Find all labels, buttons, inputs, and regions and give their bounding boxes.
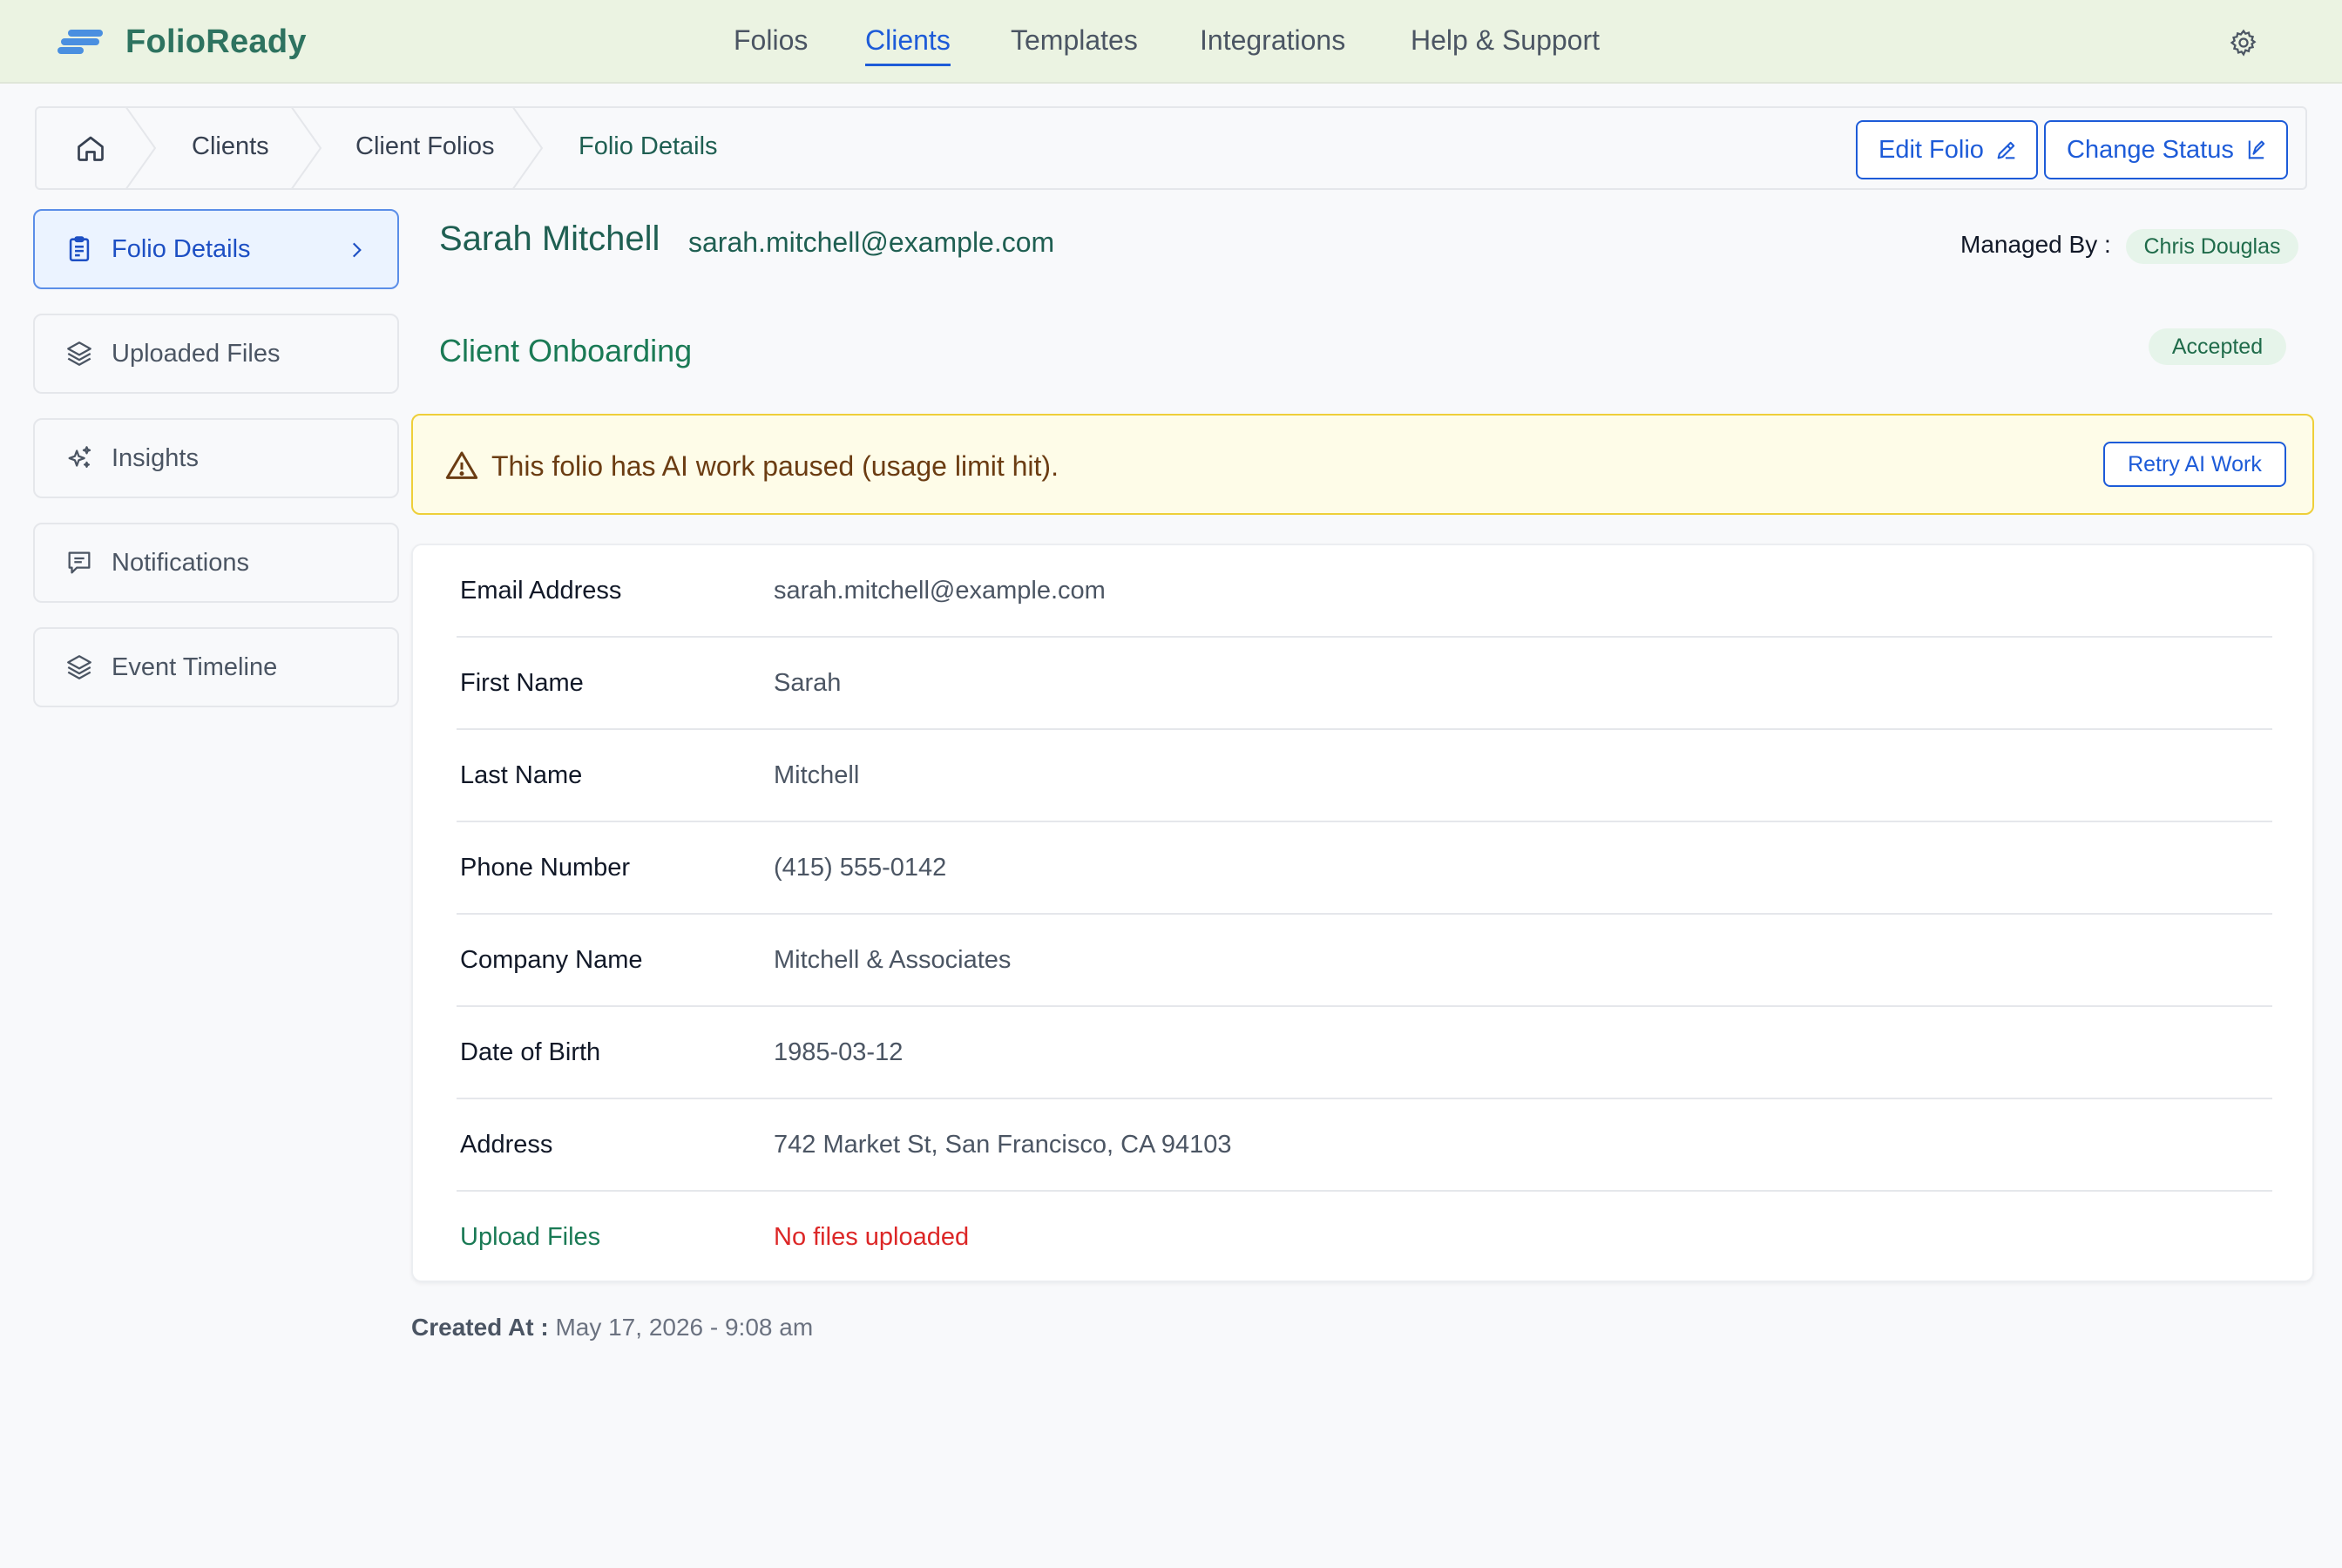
sidebar-item-uploaded-files[interactable]: Uploaded Files xyxy=(33,314,399,394)
sidebar-item-label: Folio Details xyxy=(112,234,251,263)
retry-ai-work-button[interactable]: Retry AI Work xyxy=(2103,442,2286,487)
sidebar-item-folio-details[interactable]: Folio Details xyxy=(33,209,399,289)
detail-row: Last Name Mitchell xyxy=(457,730,2272,822)
breadcrumb-clients[interactable]: Clients xyxy=(192,132,269,161)
detail-label: Company Name xyxy=(460,946,643,974)
sidebar-item-notifications[interactable]: Notifications xyxy=(33,523,399,603)
managed-by-label: Managed By : xyxy=(1960,231,2111,258)
home-icon[interactable] xyxy=(75,132,106,164)
detail-label: First Name xyxy=(460,669,584,697)
ai-paused-alert: This folio has AI work paused (usage lim… xyxy=(411,414,2314,515)
detail-label: Date of Birth xyxy=(460,1038,601,1066)
upload-files-link[interactable]: Upload Files xyxy=(460,1223,600,1252)
pencil-icon xyxy=(1997,141,2015,159)
breadcrumb: Clients Client Folios Folio Details Edit… xyxy=(35,106,2307,190)
manager-badge: Chris Douglas xyxy=(2126,229,2298,264)
detail-label: Last Name xyxy=(460,761,583,789)
logo-icon xyxy=(58,24,103,59)
breadcrumb-client-folios[interactable]: Client Folios xyxy=(355,132,495,161)
alert-message: This folio has AI work paused (usage lim… xyxy=(491,450,1059,482)
detail-value: (415) 555-0142 xyxy=(774,854,947,882)
status-badge: Accepted xyxy=(2149,328,2286,365)
edit-folio-button[interactable]: Edit Folio xyxy=(1856,120,2038,179)
section-title: Client Onboarding xyxy=(439,333,693,368)
status-edit-icon xyxy=(2248,140,2265,159)
sidebar-item-insights[interactable]: Insights xyxy=(33,418,399,498)
chevron-right-icon xyxy=(352,242,362,258)
change-status-label: Change Status xyxy=(2067,135,2234,164)
detail-row: Phone Number (415) 555-0142 xyxy=(457,822,2272,915)
layers-icon xyxy=(67,655,91,679)
sidebar-item-event-timeline[interactable]: Event Timeline xyxy=(33,627,399,707)
created-at: Created At : May 17, 2026 - 9:08 am xyxy=(411,1314,813,1342)
detail-row: First Name Sarah xyxy=(457,638,2272,730)
detail-value: 1985-03-12 xyxy=(774,1038,904,1066)
detail-label: Email Address xyxy=(460,577,622,605)
nav-integrations[interactable]: Integrations xyxy=(1200,24,1345,64)
detail-row: Upload Files No files uploaded xyxy=(457,1192,2272,1284)
sidebar-item-label: Notifications xyxy=(112,548,249,577)
created-at-label: Created At : xyxy=(411,1314,549,1341)
detail-value: 742 Market St, San Francisco, CA 94103 xyxy=(774,1131,1232,1159)
detail-value: sarah.mitchell@example.com xyxy=(774,577,1106,605)
client-email: sarah.mitchell@example.com xyxy=(688,226,1055,258)
breadcrumb-separator xyxy=(291,108,322,188)
detail-value: Sarah xyxy=(774,669,842,697)
detail-row: Company Name Mitchell & Associates xyxy=(457,915,2272,1007)
layers-icon xyxy=(67,341,91,366)
detail-label: Phone Number xyxy=(460,854,631,882)
created-at-value: May 17, 2026 - 9:08 am xyxy=(555,1314,814,1341)
breadcrumb-separator xyxy=(512,108,544,188)
detail-value: Mitchell xyxy=(774,761,860,789)
detail-row: Email Address sarah.mitchell@example.com xyxy=(457,545,2272,638)
sidebar-item-label: Insights xyxy=(112,443,199,472)
no-files-message: No files uploaded xyxy=(774,1223,970,1251)
nav-clients[interactable]: Clients xyxy=(865,24,951,66)
app-name: FolioReady xyxy=(125,23,307,60)
top-navigation-bar: FolioReady Folios Clients Templates Inte… xyxy=(0,0,2342,84)
gear-icon[interactable] xyxy=(2229,28,2258,57)
clipboard-icon xyxy=(69,236,90,262)
client-details-card: Email Address sarah.mitchell@example.com… xyxy=(411,544,2314,1282)
breadcrumb-separator xyxy=(125,108,157,188)
detail-label: Address xyxy=(460,1131,553,1159)
client-name: Sarah Mitchell xyxy=(439,220,660,258)
sidebar-item-label: Event Timeline xyxy=(112,652,278,681)
detail-row: Date of Birth 1985-03-12 xyxy=(457,1007,2272,1099)
nav-help-support[interactable]: Help & Support xyxy=(1411,24,1600,64)
breadcrumb-folio-details: Folio Details xyxy=(579,132,718,160)
detail-value: Mitchell & Associates xyxy=(774,946,1012,974)
sparkles-icon xyxy=(68,446,91,468)
warning-icon xyxy=(445,451,478,479)
detail-row: Address 742 Market St, San Francisco, CA… xyxy=(457,1099,2272,1192)
edit-folio-label: Edit Folio xyxy=(1878,135,1984,164)
app-logo[interactable]: FolioReady xyxy=(58,21,307,63)
sidebar-item-label: Uploaded Files xyxy=(112,339,281,368)
message-icon xyxy=(68,551,91,574)
change-status-button[interactable]: Change Status xyxy=(2044,120,2288,179)
nav-folios[interactable]: Folios xyxy=(734,24,808,64)
nav-templates[interactable]: Templates xyxy=(1011,24,1138,64)
